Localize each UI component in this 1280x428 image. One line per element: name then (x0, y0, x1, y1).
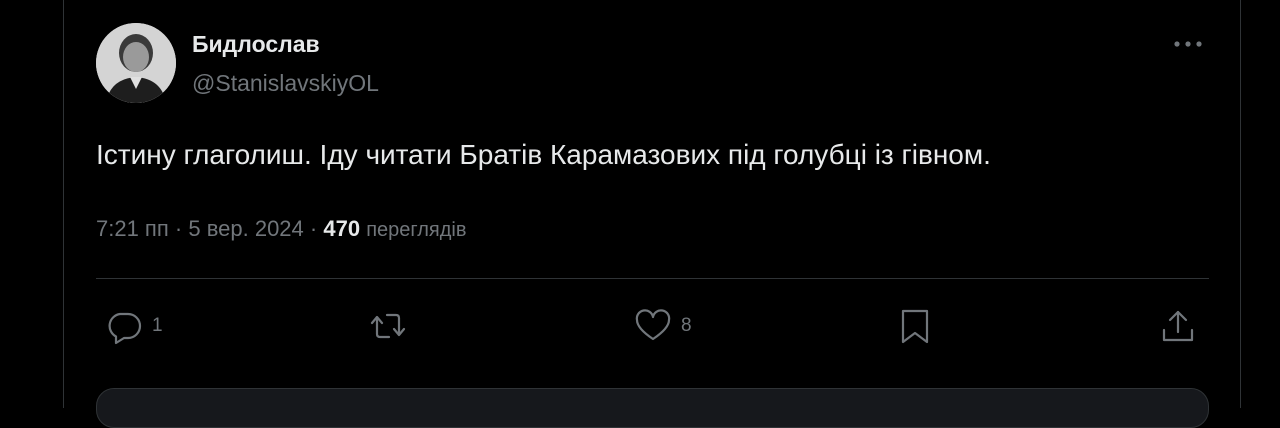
tweet-text: Істину глаголиш. Іду читати Братів Карам… (96, 139, 991, 170)
divider (96, 278, 1209, 279)
tweet-meta: 7:21 пп · 5 вер. 2024 · 470 переглядів (96, 214, 467, 245)
meta-separator: · (174, 216, 183, 241)
heart-icon (635, 309, 671, 341)
bookmark-icon (901, 309, 929, 344)
share-button[interactable] (1158, 304, 1198, 348)
views-count: 470 (323, 216, 361, 241)
author-name[interactable]: Бидлослав (192, 29, 320, 59)
reply-button[interactable]: 1 (104, 304, 163, 348)
meta-separator: · (309, 216, 318, 241)
tweet-date[interactable]: 5 вер. 2024 (188, 216, 303, 241)
more-button[interactable] (1166, 26, 1210, 62)
bookmark-button[interactable] (895, 304, 935, 348)
reply-count: 1 (152, 315, 163, 336)
reply-bubble-icon (108, 312, 142, 345)
like-count: 8 (681, 315, 692, 336)
tweet-time[interactable]: 7:21 пп (96, 216, 169, 241)
retweet-icon (370, 313, 406, 339)
retweet-button[interactable] (368, 304, 408, 348)
avatar[interactable] (96, 23, 176, 103)
avatar-photo (96, 23, 176, 103)
share-icon (1162, 310, 1194, 342)
author-handle[interactable]: @StanislavskiyOL (192, 68, 379, 98)
reply-composer[interactable] (96, 388, 1209, 428)
like-button[interactable]: 8 (633, 304, 692, 348)
more-horizontal-icon (1174, 41, 1202, 47)
views-label: переглядів (366, 219, 467, 241)
